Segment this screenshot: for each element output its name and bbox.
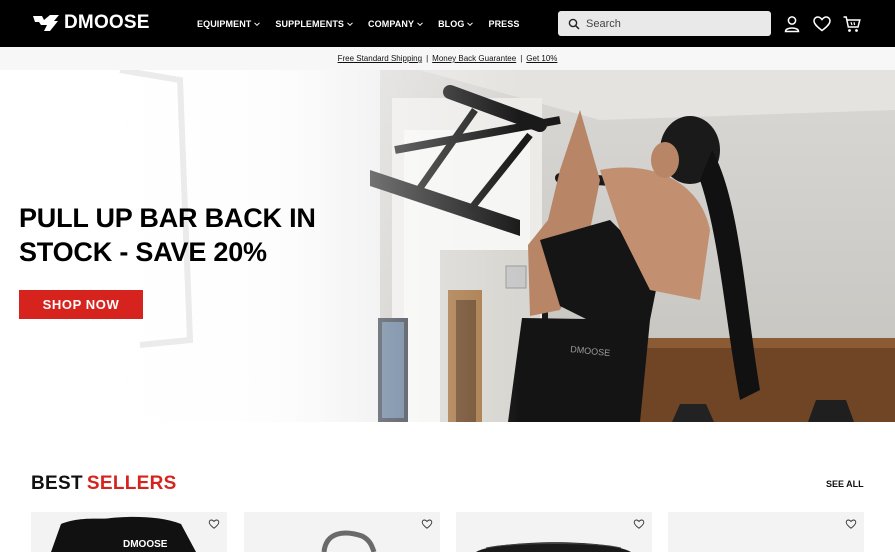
- promo-link-money-back[interactable]: Money Back Guarantee: [432, 54, 516, 63]
- menu-item-blog[interactable]: BLOG: [438, 18, 474, 29]
- product-image-resistance-band: [321, 530, 377, 552]
- top-nav: DMOOSE EQUIPMENT SUPPLEMENTS COMPANY BLO…: [0, 0, 895, 47]
- menu-item-supplements[interactable]: SUPPLEMENTS: [275, 19, 353, 29]
- product-card[interactable]: DMOOSE: [31, 512, 227, 552]
- menu-item-label: EQUIPMENT: [197, 18, 252, 29]
- menu-item-label: BLOG: [438, 18, 465, 29]
- chevron-down-icon: [347, 21, 353, 26]
- promo-separator: |: [520, 54, 523, 63]
- wishlist-heart-icon[interactable]: [633, 518, 645, 530]
- account-icon[interactable]: [782, 14, 802, 34]
- wishlist-heart-icon[interactable]: [812, 14, 832, 34]
- menu-item-company[interactable]: COMPANY: [368, 19, 423, 29]
- best-sellers-heading: BEST SELLERS: [31, 473, 177, 495]
- menu-item-label: SUPPLEMENTS: [275, 18, 345, 29]
- hero-banner: DMOOSE PULL UP BAR BACK IN STOCK - SAVE …: [0, 70, 895, 422]
- promo-separator: |: [426, 54, 429, 63]
- wishlist-heart-icon[interactable]: [845, 518, 857, 530]
- hero-title: PULL UP BAR BACK IN STOCK - SAVE 20%: [19, 201, 316, 269]
- chevron-down-icon: [417, 21, 423, 26]
- product-card[interactable]: [668, 512, 864, 552]
- see-all-link[interactable]: SEE ALL: [826, 479, 864, 489]
- search-icon: [568, 18, 580, 30]
- main-menu: EQUIPMENT SUPPLEMENTS COMPANY BLOG PRESS: [197, 0, 534, 47]
- promo-link-free-shipping[interactable]: Free Standard Shipping: [338, 54, 423, 63]
- wishlist-heart-icon[interactable]: [208, 518, 220, 530]
- best-sellers-word-1: BEST: [31, 473, 83, 494]
- product-image-tshirt: DMOOSE: [51, 516, 196, 552]
- product-card[interactable]: [456, 512, 652, 552]
- cart-icon[interactable]: [842, 14, 862, 34]
- search-box[interactable]: [558, 11, 771, 36]
- menu-item-equipment[interactable]: EQUIPMENT: [197, 18, 261, 29]
- search-input[interactable]: [586, 17, 756, 30]
- moose-logo-icon: [33, 15, 59, 31]
- brand-name: DMOOSE: [64, 12, 150, 33]
- menu-item-press[interactable]: PRESS: [488, 19, 519, 29]
- brand-logo[interactable]: DMOOSE: [32, 12, 150, 34]
- best-sellers-word-2: SELLERS: [86, 473, 177, 494]
- hero-title-line-1: PULL UP BAR BACK IN: [19, 203, 316, 233]
- product-card[interactable]: [244, 512, 440, 552]
- chevron-down-icon: [254, 21, 261, 26]
- hero-title-line-2: STOCK - SAVE 20%: [19, 237, 267, 267]
- chevron-down-icon: [467, 21, 474, 26]
- shop-now-button[interactable]: SHOP NOW: [19, 290, 143, 319]
- promo-link-get-10[interactable]: Get 10%: [526, 54, 557, 63]
- menu-item-label: COMPANY: [368, 18, 415, 29]
- menu-item-label: PRESS: [488, 18, 520, 29]
- wishlist-heart-icon[interactable]: [421, 518, 433, 530]
- tshirt-print: DMOOSE: [123, 539, 168, 550]
- product-image-lifting-belt: [476, 542, 631, 552]
- promo-bar: Free Standard Shipping | Money Back Guar…: [0, 47, 895, 70]
